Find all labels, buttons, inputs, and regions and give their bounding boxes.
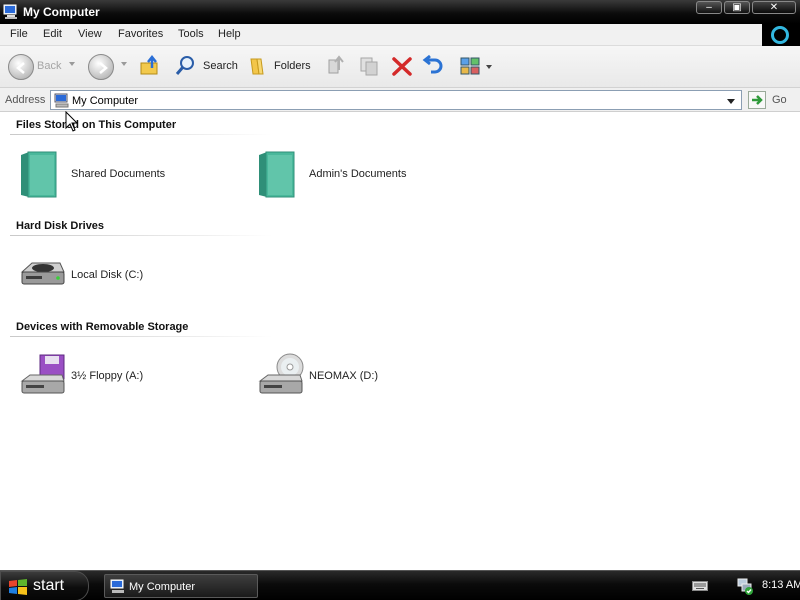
- maximize-button[interactable]: ▣: [724, 1, 750, 14]
- undo-icon: [422, 54, 443, 74]
- neomax-d-item[interactable]: NEOMAX (D:): [256, 351, 476, 407]
- item-label: Shared Documents: [71, 168, 166, 180]
- folders-label: Folders: [274, 60, 311, 72]
- back-dropdown-icon[interactable]: [69, 62, 75, 66]
- up-folder-icon: [140, 54, 158, 75]
- copy-to-button[interactable]: [358, 54, 382, 80]
- folder-icon: [259, 151, 295, 198]
- system-tray: 8:13 AM: [660, 571, 800, 600]
- start-button[interactable]: start: [0, 571, 89, 600]
- forward-button[interactable]: [88, 54, 114, 80]
- back-button[interactable]: [8, 54, 34, 80]
- network-icon[interactable]: [736, 577, 754, 595]
- group-header-files-stored: Files Stored on This Computer: [16, 119, 177, 131]
- copy-to-icon: [360, 57, 378, 76]
- folders-button[interactable]: Folders: [247, 54, 317, 80]
- search-button[interactable]: Search: [174, 54, 244, 80]
- title-bar: My Computer – ▣ ✕: [0, 0, 800, 24]
- mouse-cursor-icon: [65, 111, 79, 132]
- menu-help[interactable]: Help: [218, 28, 241, 40]
- local-disk-c-item[interactable]: Local Disk (C:): [18, 250, 238, 306]
- menu-view[interactable]: View: [78, 28, 102, 40]
- item-label: NEOMAX (D:): [309, 370, 379, 382]
- item-label: 3½ Floppy (A:): [71, 370, 144, 382]
- back-arrow-icon: [16, 62, 25, 74]
- back-label: Back: [37, 60, 62, 72]
- views-dropdown-icon: [486, 65, 492, 69]
- address-label: Address: [5, 94, 46, 106]
- item-label: Admin's Documents: [309, 168, 407, 180]
- cd-drive-icon: [258, 353, 304, 394]
- move-to-button[interactable]: [326, 54, 348, 80]
- floppy-drive-icon: [20, 354, 65, 394]
- window-title: My Computer: [23, 5, 100, 19]
- file-list-pane: Files Stored on This Computer Shared Doc…: [0, 113, 800, 570]
- menu-edit[interactable]: Edit: [43, 28, 62, 40]
- shared-documents-item[interactable]: Shared Documents: [18, 149, 238, 205]
- menu-tools[interactable]: Tools: [178, 28, 204, 40]
- my-computer-icon: [110, 579, 126, 597]
- forward-dropdown-icon[interactable]: [121, 62, 127, 66]
- hard-disk-icon: [20, 262, 65, 285]
- admins-documents-item[interactable]: Admin's Documents: [256, 149, 476, 205]
- delete-button[interactable]: [390, 54, 414, 80]
- move-to-icon: [328, 55, 344, 74]
- group-header-removable-storage: Devices with Removable Storage: [16, 321, 189, 333]
- close-button[interactable]: ✕: [752, 1, 796, 14]
- my-computer-icon: [54, 93, 70, 111]
- taskbar-item-label: My Computer: [129, 581, 196, 593]
- windows-flag-icon: [9, 579, 27, 595]
- start-label: start: [33, 577, 65, 594]
- folders-icon: [250, 58, 264, 75]
- group-divider: [10, 134, 272, 135]
- views-icon: [460, 57, 480, 75]
- taskbar: start My Computer 8:13 AM: [0, 570, 800, 600]
- menu-file[interactable]: File: [10, 28, 28, 40]
- views-button[interactable]: [458, 54, 494, 80]
- go-arrow-icon: [752, 95, 763, 105]
- toolbar: Back Search Folders: [0, 46, 800, 88]
- search-label: Search: [203, 60, 238, 72]
- search-icon: [175, 56, 194, 75]
- menu-bar: File Edit View Favorites Tools Help: [0, 24, 800, 46]
- menu-favorites[interactable]: Favorites: [118, 28, 163, 40]
- go-label[interactable]: Go: [772, 94, 787, 106]
- group-header-hard-disk-drives: Hard Disk Drives: [16, 220, 105, 232]
- up-folder-button[interactable]: [138, 54, 162, 80]
- forward-arrow-icon: [99, 62, 108, 74]
- my-computer-icon: [3, 4, 19, 20]
- address-dropdown-icon[interactable]: [727, 99, 735, 104]
- minimize-button[interactable]: –: [696, 1, 722, 14]
- address-value: My Computer: [72, 95, 139, 107]
- clock[interactable]: 8:13 AM: [762, 579, 800, 591]
- go-button[interactable]: [748, 91, 766, 109]
- group-divider: [10, 336, 272, 337]
- delete-icon: [392, 57, 412, 76]
- item-label: Local Disk (C:): [71, 269, 144, 281]
- address-field[interactable]: My Computer: [50, 90, 742, 110]
- undo-button[interactable]: [421, 54, 445, 80]
- address-bar: Address My Computer Go: [0, 88, 800, 112]
- floppy-a-item[interactable]: 3½ Floppy (A:): [18, 351, 238, 407]
- group-divider: [10, 235, 272, 236]
- windows-logo-throbber: [762, 24, 800, 46]
- keyboard-icon[interactable]: [692, 581, 708, 591]
- taskbar-item-my-computer[interactable]: My Computer: [104, 574, 258, 598]
- folder-icon: [21, 151, 57, 198]
